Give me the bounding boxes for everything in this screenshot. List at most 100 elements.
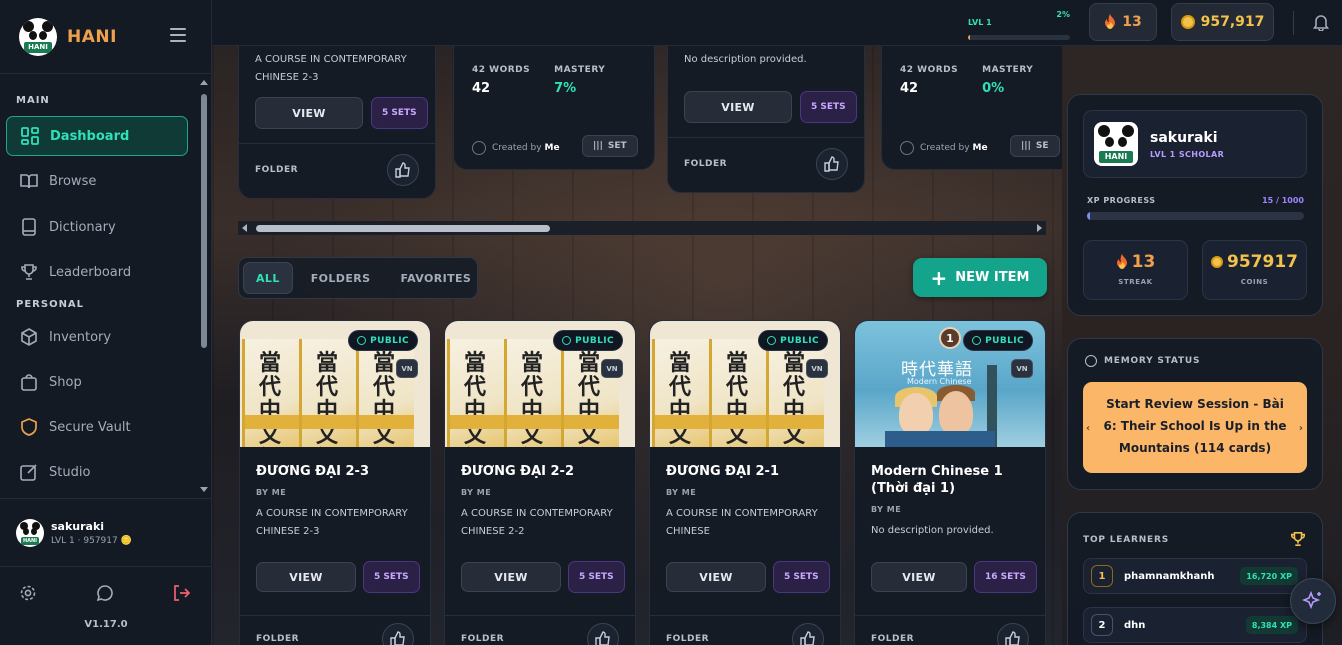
- thumbs-up-icon[interactable]: [387, 154, 419, 186]
- folder-card[interactable]: No description provided. VIEW 5 SETS FOL…: [667, 46, 865, 193]
- sidebar-item-dashboard[interactable]: Dashboard: [6, 116, 188, 156]
- user-icon: [900, 141, 914, 155]
- bell-icon[interactable]: [1312, 13, 1330, 32]
- thumbs-up-icon[interactable]: [382, 622, 414, 645]
- set-card[interactable]: 42 WORDS 42 MASTERY 0% Created by Me ||| SE: [881, 46, 1062, 170]
- edit-icon: [20, 463, 38, 481]
- words-value: 42: [900, 81, 919, 96]
- thumbs-up-icon[interactable]: [587, 622, 619, 645]
- section-personal: PERSONAL: [16, 299, 85, 310]
- set-button[interactable]: ||| SET: [582, 135, 638, 157]
- right-panel: HANI sakuraki LVL 1 SCHOLAR XP PROGRESS …: [1062, 46, 1342, 645]
- tab-folders[interactable]: FOLDERS: [299, 262, 383, 294]
- logout-icon[interactable]: [172, 584, 191, 602]
- profile-level: LVL 1 SCHOLAR: [1150, 149, 1225, 159]
- course-cover: 當代中文課程 當代中文課程 當代中文課程 PUBLIC VN: [445, 321, 635, 447]
- mastery-label: MASTERY: [554, 65, 606, 75]
- sidebar-item-studio[interactable]: Studio: [6, 452, 188, 492]
- language-badge: VN: [396, 359, 418, 378]
- language-badge: VN: [806, 359, 828, 378]
- menu-toggle-icon[interactable]: [170, 28, 186, 42]
- gear-icon[interactable]: [19, 584, 37, 602]
- sets-badge[interactable]: 5 SETS: [568, 561, 625, 593]
- new-item-button[interactable]: + NEW ITEM: [913, 258, 1047, 297]
- user-icon: [472, 141, 486, 155]
- course-card[interactable]: 時代華語 Modern Chinese 1 PUBLIC VN Modern C…: [854, 320, 1046, 645]
- folder-label: FOLDER: [255, 165, 299, 175]
- language-badge: VN: [601, 359, 623, 378]
- mastery-value: 7%: [554, 81, 577, 96]
- card-description: A COURSE IN CONTEMPORARY CHINESE: [666, 508, 818, 537]
- view-button[interactable]: VIEW: [684, 91, 792, 123]
- sets-badge[interactable]: 5 SETS: [800, 91, 857, 123]
- card-title: Modern Chinese 1 (Thời đại 1): [871, 464, 1003, 496]
- folder-label: FOLDER: [461, 633, 505, 644]
- set-button[interactable]: ||| SE: [1010, 135, 1060, 157]
- sidebar-nav: MAIN Dashboard Browse Dictionary Leaderb…: [0, 74, 212, 498]
- chevron-left-icon: ‹: [1086, 423, 1091, 434]
- sidebar-item-browse[interactable]: Browse: [6, 161, 188, 201]
- coins-pill[interactable]: 957,917: [1171, 3, 1274, 41]
- sidebar-item-label: Browse: [49, 173, 97, 189]
- sidebar-item-inventory[interactable]: Inventory: [6, 317, 188, 357]
- course-card[interactable]: 當代中文課程 當代中文課程 當代中文課程 PUBLIC VN ĐƯƠNG ĐẠI…: [239, 320, 431, 645]
- sidebar-item-dictionary[interactable]: Dictionary: [6, 207, 188, 247]
- sidebar-scrollbar[interactable]: [199, 78, 209, 494]
- sidebar-item-label: Inventory: [49, 329, 112, 345]
- view-button[interactable]: VIEW: [255, 97, 363, 129]
- sparkle-assistant-button[interactable]: [1290, 578, 1336, 624]
- thumbs-up-icon[interactable]: [997, 622, 1029, 645]
- card-description: A COURSE IN CONTEMPORARY CHINESE 2-3: [256, 508, 408, 537]
- streak-pill[interactable]: 13: [1089, 3, 1157, 41]
- globe-icon: [562, 336, 572, 345]
- words-value: 42: [472, 81, 491, 96]
- app-version: V1.17.0: [84, 619, 128, 630]
- card-author: BY ME: [871, 505, 902, 514]
- sets-badge[interactable]: 5 SETS: [363, 561, 420, 593]
- plus-icon: +: [930, 265, 948, 290]
- thumbs-up-icon[interactable]: [816, 148, 848, 180]
- sets-badge[interactable]: 5 SETS: [371, 97, 428, 129]
- divider: [1293, 11, 1294, 35]
- sidebar-item-shop[interactable]: Shop: [6, 362, 188, 402]
- card-description: A COURSE IN CONTEMPORARY CHINESE 2-3: [255, 54, 407, 83]
- sets-badge[interactable]: 16 SETS: [974, 561, 1037, 593]
- sidebar-user[interactable]: HANI sakuraki LVL 1 · 957917 🪙: [0, 498, 212, 566]
- thumbs-up-icon[interactable]: [792, 622, 824, 645]
- mastery-value: 0%: [982, 81, 1005, 96]
- view-button[interactable]: VIEW: [256, 562, 356, 592]
- coin-icon: [1211, 256, 1223, 268]
- set-card[interactable]: 42 WORDS 42 MASTERY 7% Created by Me ||| SET: [453, 46, 655, 170]
- memory-status-card: MEMORY STATUS ‹ Start Review Session - B…: [1067, 338, 1323, 490]
- chat-icon[interactable]: [96, 584, 114, 602]
- sets-badge[interactable]: 5 SETS: [773, 561, 830, 593]
- panda-logo-icon: HANI: [19, 17, 57, 56]
- view-button[interactable]: VIEW: [871, 562, 967, 592]
- course-card[interactable]: 當代中文課程 當代中文課程 當代中文課程 PUBLIC VN ĐƯƠNG ĐẠI…: [649, 320, 841, 645]
- profile-card: HANI sakuraki LVL 1 SCHOLAR XP PROGRESS …: [1067, 94, 1323, 316]
- folder-card[interactable]: A COURSE IN CONTEMPORARY CHINESE 2-3 VIE…: [238, 46, 436, 199]
- sidebar-item-secure-vault[interactable]: Secure Vault: [6, 407, 188, 447]
- horizontal-scrollbar[interactable]: [238, 221, 1046, 235]
- public-badge: PUBLIC: [348, 330, 418, 351]
- view-button[interactable]: VIEW: [666, 562, 766, 592]
- profile-summary[interactable]: HANI sakuraki LVL 1 SCHOLAR: [1083, 110, 1307, 178]
- words-label: 42 WORDS: [472, 65, 531, 75]
- sidebar-item-leaderboard[interactable]: Leaderboard: [6, 252, 188, 292]
- profile-name: sakuraki: [1150, 129, 1218, 146]
- leaderboard-row[interactable]: 1 phamnamkhanh 16,720 XP: [1083, 558, 1307, 594]
- card-description: No description provided.: [684, 54, 807, 65]
- public-badge: PUBLIC: [553, 330, 623, 351]
- view-button[interactable]: VIEW: [461, 562, 561, 592]
- tab-favorites[interactable]: FAVORITES: [388, 262, 483, 294]
- tab-all[interactable]: ALL: [243, 262, 293, 294]
- course-card[interactable]: 當代中文課程 當代中文課程 當代中文課程 PUBLIC VN ĐƯƠNG ĐẠI…: [444, 320, 636, 645]
- trophy-icon: [20, 263, 38, 281]
- start-review-button[interactable]: ‹ Start Review Session - Bài 6: Their Sc…: [1083, 382, 1307, 473]
- sidebar-username: sakuraki: [51, 519, 105, 533]
- card-title: ĐƯƠNG ĐẠI 2-2: [461, 464, 574, 479]
- flame-icon: [1105, 14, 1116, 29]
- leaderboard-row[interactable]: 2 dhn 8,384 XP: [1083, 607, 1307, 643]
- card-author: BY ME: [256, 488, 287, 497]
- level-progress: LVL 1 2%: [968, 10, 1070, 40]
